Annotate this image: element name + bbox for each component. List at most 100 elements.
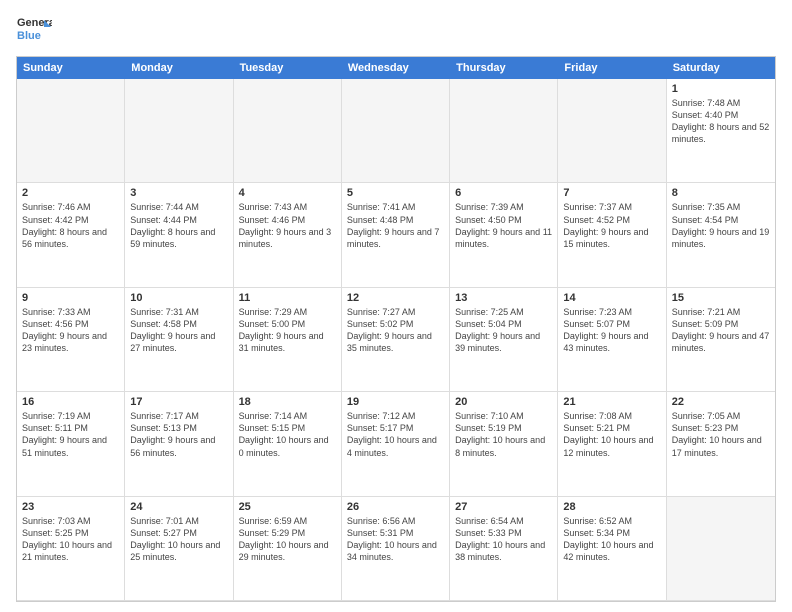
cell-info: Sunrise: 7:10 AMSunset: 5:19 PMDaylight:… <box>455 410 552 459</box>
cell-info: Sunrise: 7:21 AMSunset: 5:09 PMDaylight:… <box>672 306 770 355</box>
cell-day-number: 8 <box>672 187 770 199</box>
cell-day-number: 25 <box>239 501 336 513</box>
cell-day-number: 18 <box>239 396 336 408</box>
cell-info: Sunrise: 7:17 AMSunset: 5:13 PMDaylight:… <box>130 410 227 459</box>
cell-info: Sunrise: 7:39 AMSunset: 4:50 PMDaylight:… <box>455 201 552 250</box>
day-header-thursday: Thursday <box>450 57 558 79</box>
calendar-cell: 3 Sunrise: 7:44 AMSunset: 4:44 PMDaylight… <box>125 183 233 287</box>
cell-day-number: 24 <box>130 501 227 513</box>
cell-day-number: 21 <box>563 396 660 408</box>
calendar-cell: 19 Sunrise: 7:12 AMSunset: 5:17 PMDayligh… <box>342 392 450 496</box>
cell-info: Sunrise: 7:05 AMSunset: 5:23 PMDaylight:… <box>672 410 770 459</box>
cell-day-number: 9 <box>22 292 119 304</box>
calendar-cell: 7 Sunrise: 7:37 AMSunset: 4:52 PMDaylight… <box>558 183 666 287</box>
cell-info: Sunrise: 7:03 AMSunset: 5:25 PMDaylight:… <box>22 515 119 564</box>
cell-day-number: 10 <box>130 292 227 304</box>
page: General Blue SundayMondayTuesdayWednesda… <box>0 0 792 612</box>
calendar-cell: 25Sunrise: 6:59 AMSunset: 5:29 PMDayligh… <box>234 497 342 601</box>
calendar-cell: 23Sunrise: 7:03 AMSunset: 5:25 PMDayligh… <box>17 497 125 601</box>
cell-info: Sunrise: 7:23 AMSunset: 5:07 PMDaylight:… <box>563 306 660 355</box>
day-header-friday: Friday <box>558 57 666 79</box>
calendar-cell: 17 Sunrise: 7:17 AMSunset: 5:13 PMDayligh… <box>125 392 233 496</box>
cell-day-number: 4 <box>239 187 336 199</box>
cell-day-number: 26 <box>347 501 444 513</box>
cell-day-number: 15 <box>672 292 770 304</box>
calendar-cell: 24 Sunrise: 7:01 AMSunset: 5:27 PMDayligh… <box>125 497 233 601</box>
calendar-cell: 20 Sunrise: 7:10 AMSunset: 5:19 PMDayligh… <box>450 392 558 496</box>
cell-day-number: 28 <box>563 501 660 513</box>
cell-info: Sunrise: 7:14 AMSunset: 5:15 PMDaylight:… <box>239 410 336 459</box>
cell-info: Sunrise: 7:29 AMSunset: 5:00 PMDaylight:… <box>239 306 336 355</box>
calendar-cell: 13Sunrise: 7:25 AMSunset: 5:04 PMDayligh… <box>450 288 558 392</box>
logo: General Blue <box>16 12 52 48</box>
cell-day-number: 19 <box>347 396 444 408</box>
cell-day-number: 6 <box>455 187 552 199</box>
cell-info: Sunrise: 6:52 AMSunset: 5:34 PMDaylight:… <box>563 515 660 564</box>
logo-svg: General Blue <box>16 12 52 48</box>
calendar-cell: 1 Sunrise: 7:48 AMSunset: 4:40 PMDaylight… <box>667 79 775 183</box>
cell-day-number: 11 <box>239 292 336 304</box>
cell-info: Sunrise: 7:46 AMSunset: 4:42 PMDaylight:… <box>22 201 119 250</box>
cell-info: Sunrise: 7:43 AMSunset: 4:46 PMDaylight:… <box>239 201 336 250</box>
cell-info: Sunrise: 7:19 AMSunset: 5:11 PMDaylight:… <box>22 410 119 459</box>
calendar-cell <box>667 497 775 601</box>
calendar-cell: 27 Sunrise: 6:54 AMSunset: 5:33 PMDayligh… <box>450 497 558 601</box>
cell-info: Sunrise: 7:44 AMSunset: 4:44 PMDaylight:… <box>130 201 227 250</box>
cell-day-number: 5 <box>347 187 444 199</box>
calendar-cell: 16 Sunrise: 7:19 AMSunset: 5:11 PMDayligh… <box>17 392 125 496</box>
top-section: General Blue <box>16 12 776 48</box>
cell-day-number: 7 <box>563 187 660 199</box>
calendar-cell: 26 Sunrise: 6:56 AMSunset: 5:31 PMDayligh… <box>342 497 450 601</box>
calendar-cell: 15 Sunrise: 7:21 AMSunset: 5:09 PMDayligh… <box>667 288 775 392</box>
calendar-cell: 2 Sunrise: 7:46 AMSunset: 4:42 PMDaylight… <box>17 183 125 287</box>
cell-day-number: 22 <box>672 396 770 408</box>
calendar-cell: 8 Sunrise: 7:35 AMSunset: 4:54 PMDaylight… <box>667 183 775 287</box>
cell-info: Sunrise: 7:41 AMSunset: 4:48 PMDaylight:… <box>347 201 444 250</box>
cell-info: Sunrise: 7:33 AMSunset: 4:56 PMDaylight:… <box>22 306 119 355</box>
calendar-cell: 11 Sunrise: 7:29 AMSunset: 5:00 PMDayligh… <box>234 288 342 392</box>
calendar-cell: 12 Sunrise: 7:27 AMSunset: 5:02 PMDayligh… <box>342 288 450 392</box>
calendar-cell: 5 Sunrise: 7:41 AMSunset: 4:48 PMDaylight… <box>342 183 450 287</box>
cell-info: Sunrise: 7:48 AMSunset: 4:40 PMDaylight:… <box>672 97 770 146</box>
day-header-monday: Monday <box>125 57 233 79</box>
calendar-cell: 6 Sunrise: 7:39 AMSunset: 4:50 PMDaylight… <box>450 183 558 287</box>
cell-info: Sunrise: 7:27 AMSunset: 5:02 PMDaylight:… <box>347 306 444 355</box>
cell-info: Sunrise: 7:35 AMSunset: 4:54 PMDaylight:… <box>672 201 770 250</box>
calendar-cell: 14Sunrise: 7:23 AMSunset: 5:07 PMDayligh… <box>558 288 666 392</box>
cell-info: Sunrise: 7:31 AMSunset: 4:58 PMDaylight:… <box>130 306 227 355</box>
cell-day-number: 2 <box>22 187 119 199</box>
svg-text:Blue: Blue <box>17 30 41 42</box>
calendar: SundayMondayTuesdayWednesdayThursdayFrid… <box>16 56 776 602</box>
calendar-cell: 18 Sunrise: 7:14 AMSunset: 5:15 PMDayligh… <box>234 392 342 496</box>
day-header-sunday: Sunday <box>17 57 125 79</box>
calendar-cell <box>17 79 125 183</box>
cell-day-number: 3 <box>130 187 227 199</box>
calendar-grid: 1 Sunrise: 7:48 AMSunset: 4:40 PMDaylight… <box>17 79 775 601</box>
cell-day-number: 27 <box>455 501 552 513</box>
calendar-cell: 4 Sunrise: 7:43 AMSunset: 4:46 PMDaylight… <box>234 183 342 287</box>
cell-info: Sunrise: 7:12 AMSunset: 5:17 PMDaylight:… <box>347 410 444 459</box>
cell-day-number: 1 <box>672 83 770 95</box>
cell-info: Sunrise: 7:01 AMSunset: 5:27 PMDaylight:… <box>130 515 227 564</box>
calendar-cell: 22 Sunrise: 7:05 AMSunset: 5:23 PMDayligh… <box>667 392 775 496</box>
cell-info: Sunrise: 7:37 AMSunset: 4:52 PMDaylight:… <box>563 201 660 250</box>
cell-day-number: 20 <box>455 396 552 408</box>
cell-info: Sunrise: 7:08 AMSunset: 5:21 PMDaylight:… <box>563 410 660 459</box>
cell-day-number: 12 <box>347 292 444 304</box>
cell-info: Sunrise: 6:56 AMSunset: 5:31 PMDaylight:… <box>347 515 444 564</box>
cell-day-number: 16 <box>22 396 119 408</box>
cell-info: Sunrise: 6:54 AMSunset: 5:33 PMDaylight:… <box>455 515 552 564</box>
day-header-tuesday: Tuesday <box>234 57 342 79</box>
calendar-cell: 21 Sunrise: 7:08 AMSunset: 5:21 PMDayligh… <box>558 392 666 496</box>
calendar-cell <box>234 79 342 183</box>
calendar-cell: 9 Sunrise: 7:33 AMSunset: 4:56 PMDaylight… <box>17 288 125 392</box>
calendar-cell: 28 Sunrise: 6:52 AMSunset: 5:34 PMDayligh… <box>558 497 666 601</box>
calendar-cell <box>125 79 233 183</box>
cell-day-number: 17 <box>130 396 227 408</box>
calendar-cell <box>558 79 666 183</box>
day-header-wednesday: Wednesday <box>342 57 450 79</box>
cell-day-number: 13 <box>455 292 552 304</box>
calendar-cell <box>450 79 558 183</box>
calendar-cell <box>342 79 450 183</box>
day-header-saturday: Saturday <box>667 57 775 79</box>
